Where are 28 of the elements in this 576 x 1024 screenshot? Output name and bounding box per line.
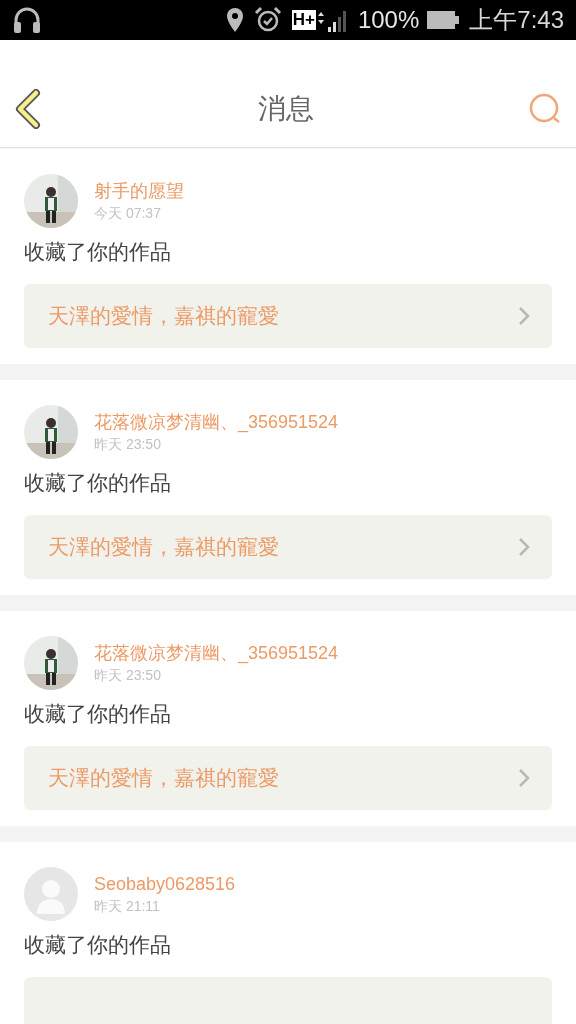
location-pin-icon — [225, 7, 244, 33]
chevron-right-icon — [518, 768, 530, 788]
message-time: 昨天 21:11 — [94, 897, 161, 916]
user-name[interactable]: 射手的愿望 — [94, 179, 184, 203]
chevron-right-icon — [518, 306, 530, 326]
message-text: 收藏了你的作品 — [24, 701, 172, 727]
back-chevron-icon — [14, 89, 42, 129]
alarm-clock-icon — [253, 6, 282, 34]
battery-icon — [427, 11, 460, 29]
message-text: 收藏了你的作品 — [24, 470, 172, 496]
work-link[interactable]: 天澤的愛情，嘉祺的寵愛 — [24, 515, 552, 579]
message-time: 昨天 23:50 — [94, 435, 162, 454]
user-name[interactable]: 花落微凉梦清幽、_356951524 — [94, 410, 339, 434]
message-time: 昨天 23:50 — [94, 666, 162, 685]
user-name[interactable]: Seobaby0628516 — [94, 872, 236, 896]
user-name[interactable]: 花落微凉梦清幽、_356951524 — [94, 641, 339, 665]
status-time: 上午7:43 — [469, 5, 564, 35]
network-type-badge: H+ — [291, 10, 316, 30]
search-icon — [528, 92, 562, 126]
work-link[interactable]: 天澤的愛情，嘉祺的寵愛 — [24, 746, 552, 810]
chevron-right-icon — [518, 537, 530, 557]
message-text: 收藏了你的作品 — [24, 932, 172, 958]
message-text: 收藏了你的作品 — [24, 239, 172, 265]
message-time: 今天 07:37 — [94, 204, 162, 223]
battery-percent: 100% — [357, 5, 420, 35]
page-title: 消息 — [257, 92, 315, 126]
work-link[interactable]: 天澤的愛情，嘉祺的寵愛 — [24, 284, 552, 348]
headphones-icon — [12, 6, 42, 34]
